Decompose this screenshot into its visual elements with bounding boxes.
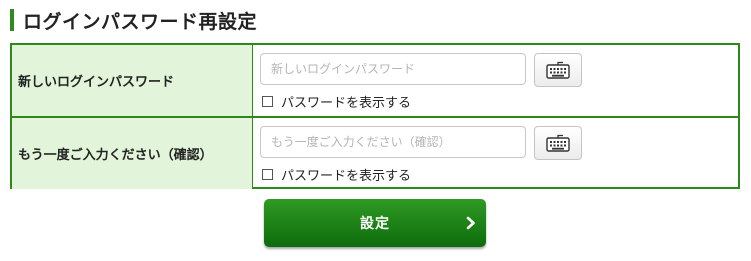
keyboard-icon xyxy=(546,61,570,79)
chevron-right-icon xyxy=(466,216,475,230)
confirm-password-input[interactable] xyxy=(260,126,526,158)
software-keyboard-button[interactable] xyxy=(534,126,582,160)
show-password-checkbox[interactable] xyxy=(262,95,273,107)
show-password-toggle[interactable]: パスワードを表示する xyxy=(262,165,412,184)
submit-button[interactable]: 設定 xyxy=(264,199,486,247)
new-password-row: 新しいログインパスワード パスワードを表示する xyxy=(12,45,738,116)
show-password-checkbox[interactable] xyxy=(262,168,273,180)
new-password-input[interactable] xyxy=(260,53,526,85)
software-keyboard-button[interactable] xyxy=(534,53,582,87)
new-password-input-cell: パスワードを表示する xyxy=(254,45,738,116)
new-password-label: 新しいログインパスワード xyxy=(12,45,253,116)
confirm-password-label: もう一度ご入力ください（確認） xyxy=(12,118,253,189)
confirm-password-row: もう一度ご入力ください（確認） パスワードを表示する xyxy=(12,118,738,189)
submit-button-label: 設定 xyxy=(360,216,390,232)
keyboard-icon xyxy=(546,134,570,152)
password-form-table: 新しいログインパスワード パスワードを表示する もう一度ご入力ください（確認） … xyxy=(10,43,740,189)
show-password-toggle[interactable]: パスワードを表示する xyxy=(262,92,412,111)
title-accent-bar xyxy=(10,9,14,31)
page-title: ログインパスワード再設定 xyxy=(23,10,258,33)
confirm-password-input-cell: パスワードを表示する xyxy=(254,118,738,189)
page-title-bar: ログインパスワード再設定 xyxy=(10,9,258,33)
show-password-label: パスワードを表示する xyxy=(281,95,412,111)
show-password-label: パスワードを表示する xyxy=(281,168,412,184)
